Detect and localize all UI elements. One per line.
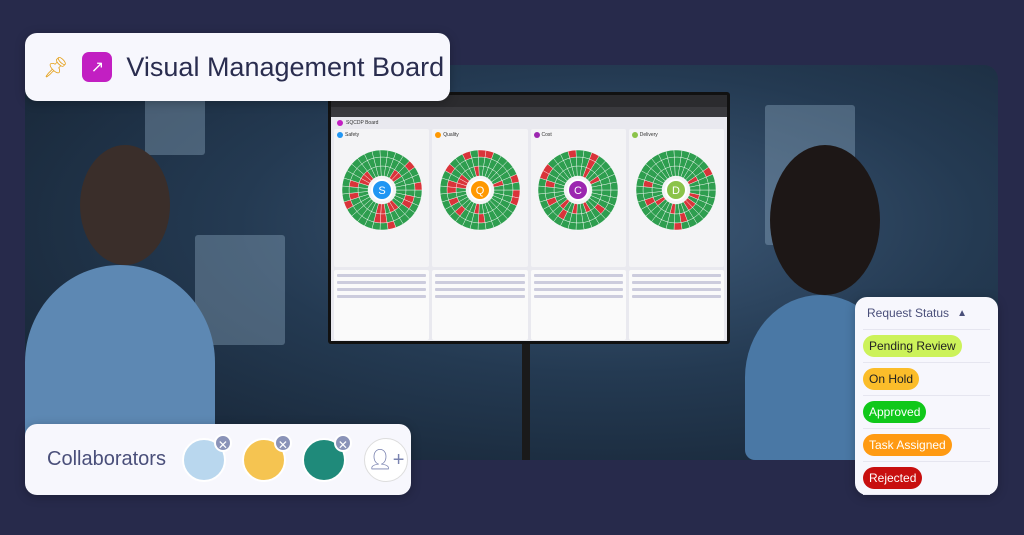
collaborators-card: Collaborators ✕ ✕ ✕ 👤︎+ — [25, 424, 411, 495]
sunburst-chart: C — [537, 149, 619, 231]
panel-quality: Quality Q — [432, 129, 528, 267]
sunburst-segment[interactable] — [537, 185, 546, 195]
sunburst-segment[interactable] — [413, 181, 422, 191]
panel-title: Delivery — [639, 132, 658, 138]
sunburst-chart: Q — [439, 149, 521, 231]
sunburst-segment[interactable] — [610, 181, 619, 191]
board-screen: SQCDP Board Safety S Quality Q Cost C Delivery… — [331, 95, 727, 341]
sunburst-segment[interactable] — [477, 213, 486, 224]
panel-cost: Cost C — [530, 129, 626, 267]
board-logo-icon — [337, 120, 343, 126]
center-letter: C — [574, 185, 582, 197]
avatar[interactable]: ✕ — [181, 433, 232, 482]
sunburst-chart: S — [341, 149, 422, 231]
person-left-head — [80, 145, 170, 265]
sunburst-segment[interactable] — [666, 149, 675, 159]
status-badge: On Hold — [863, 368, 920, 390]
panel-title: Safety — [345, 132, 360, 138]
sunburst-segment[interactable] — [643, 186, 653, 194]
page-title: Visual Management Board — [126, 51, 445, 82]
status-badge: Pending Review — [863, 335, 962, 357]
sunburst-segment[interactable] — [446, 186, 457, 194]
sunburst-segment[interactable] — [469, 149, 479, 159]
sunburst-chart: D — [636, 149, 717, 231]
panel-icon — [631, 132, 638, 138]
add-user-icon: 👤︎+ — [367, 449, 405, 471]
panel-icon — [533, 132, 540, 138]
sunburst-segment[interactable] — [477, 222, 487, 231]
close-icon[interactable]: ✕ — [213, 433, 232, 452]
sunburst-segment[interactable] — [575, 149, 585, 158]
status-badge: Approved — [863, 401, 927, 423]
title-card: 📌︎ ↗ Visual Management Board — [25, 33, 450, 101]
list-panel — [628, 270, 724, 340]
sunburst-segment[interactable] — [439, 185, 448, 195]
panel-icon — [337, 132, 343, 138]
sunburst-segment[interactable] — [708, 181, 717, 191]
sunburst-segment[interactable] — [371, 149, 381, 159]
add-user-button[interactable]: 👤︎+ — [363, 437, 408, 482]
status-row[interactable]: Task Assigned — [863, 429, 990, 462]
sunburst-segment[interactable] — [575, 222, 585, 231]
sunburst-segment[interactable] — [674, 213, 682, 224]
sunburst-segment[interactable] — [341, 185, 350, 195]
board-title: SQCDP Board — [346, 120, 379, 126]
panel-title: Cost — [541, 132, 552, 138]
status-row[interactable]: Pending Review — [863, 330, 990, 363]
status-header-label: Request Status — [867, 306, 950, 320]
sunburst-segment[interactable] — [544, 186, 555, 194]
request-status-card: Request Status ▲︎ Pending Review On Hold Ap… — [855, 297, 998, 495]
chart-icon: ↗ — [82, 52, 113, 82]
panel-safety: Safety S — [334, 129, 430, 267]
center-letter: D — [672, 185, 680, 197]
list-panel — [530, 270, 626, 340]
sunburst-segment[interactable] — [567, 149, 577, 159]
sunburst-segment[interactable] — [379, 222, 388, 231]
sunburst-segment[interactable] — [576, 213, 584, 224]
avatar[interactable]: ✕ — [241, 433, 292, 482]
browser-address-bar — [331, 107, 727, 117]
status-row[interactable]: Rejected — [863, 462, 990, 495]
avatar[interactable]: ✕ — [301, 433, 352, 482]
panel-title: Quality — [443, 132, 459, 138]
center-letter: Q — [476, 185, 485, 197]
status-header[interactable]: Request Status ▲︎ — [863, 297, 990, 330]
status-row[interactable]: Approved — [863, 396, 990, 429]
close-icon[interactable]: ✕ — [273, 433, 292, 452]
sunburst-segment[interactable] — [379, 149, 388, 158]
panel-icon — [435, 132, 442, 138]
sunburst-segment[interactable] — [674, 222, 683, 231]
status-row[interactable]: On Hold — [863, 363, 990, 396]
list-panel — [334, 270, 430, 340]
list-panel — [432, 270, 528, 340]
sunburst-segment[interactable] — [379, 213, 387, 224]
collaborators-label: Collaborators — [47, 448, 166, 470]
monitor-stand — [522, 344, 530, 460]
panel-delivery: Delivery D — [628, 129, 724, 267]
person-right-head — [770, 145, 880, 295]
sunburst-segment[interactable] — [674, 149, 683, 158]
status-badge: Task Assigned — [863, 434, 952, 456]
sort-icon[interactable]: ▲︎ — [957, 308, 967, 319]
sunburst-segment[interactable] — [477, 149, 487, 158]
monitor: SQCDP Board Safety S Quality Q Cost C Delivery… — [328, 92, 730, 344]
pin-icon[interactable]: 📌︎ — [43, 55, 68, 80]
sunburst-segment[interactable] — [511, 181, 521, 191]
center-letter: S — [378, 185, 385, 197]
sunburst-segment[interactable] — [636, 185, 644, 195]
status-badge: Rejected — [863, 467, 923, 489]
close-icon[interactable]: ✕ — [333, 433, 352, 452]
sunburst-segment[interactable] — [348, 186, 358, 194]
